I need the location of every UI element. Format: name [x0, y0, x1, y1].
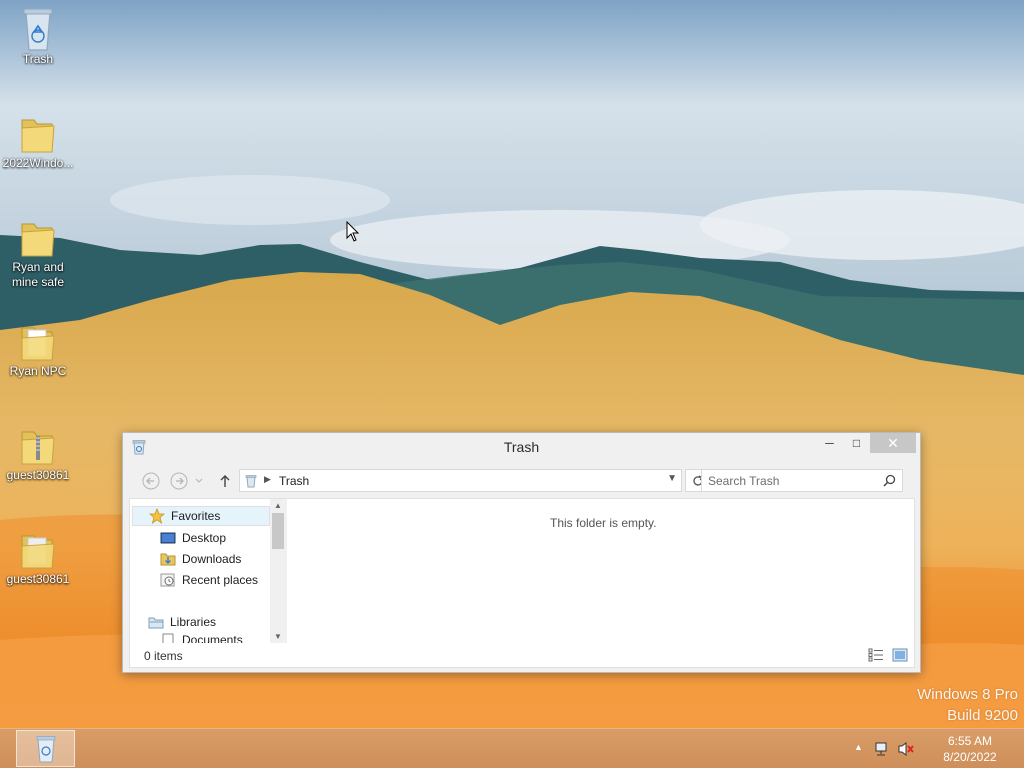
- clock[interactable]: 6:55 AM 8/20/2022: [935, 733, 1005, 765]
- nav-item-downloads[interactable]: Downloads: [160, 549, 241, 569]
- nav-item-label: Recent places: [182, 573, 259, 587]
- desktop-icon-label: Ryan and mine safe: [11, 260, 65, 289]
- taskbar: ▲ 6:55 AM 8/20/2022: [0, 728, 1024, 768]
- scroll-up-icon[interactable]: ▲: [274, 501, 282, 510]
- nav-item-label: Downloads: [182, 552, 242, 566]
- folder-icon: [21, 535, 55, 569]
- desktop-icon-label: 2022Windo...: [2, 156, 74, 170]
- status-bar: 0 items: [130, 644, 914, 668]
- scroll-down-icon[interactable]: ▼: [274, 632, 282, 641]
- nav-item-desktop[interactable]: Desktop: [160, 528, 226, 548]
- large-icons-view-icon[interactable]: [892, 648, 908, 662]
- forward-arrow-icon: [170, 472, 188, 490]
- desktop-icon-folder-2022windo[interactable]: 2022Windo...: [0, 110, 76, 171]
- close-button[interactable]: ✕: [870, 433, 916, 453]
- minimize-button[interactable]: ─: [816, 433, 843, 453]
- details-view-icon[interactable]: [868, 648, 884, 662]
- folder-icon: [21, 327, 55, 361]
- empty-folder-message: This folder is empty.: [550, 516, 657, 530]
- recycle-bin-icon: [36, 735, 55, 762]
- nav-item-label: Favorites: [171, 509, 221, 523]
- chevron-down-icon: [195, 478, 203, 483]
- address-bar[interactable]: ▶ Trash ▼: [239, 469, 682, 492]
- navigation-pane[interactable]: Favorites Desktop Downloads Recent place…: [130, 499, 288, 643]
- desktop-icon-label: Trash: [22, 52, 54, 66]
- libraries-icon: [148, 617, 164, 629]
- documents-icon: [162, 633, 174, 643]
- up-button[interactable]: [215, 471, 235, 491]
- nav-item-documents[interactable]: Documents: [160, 633, 243, 643]
- desktop-icon-label: guest30861: [6, 468, 70, 482]
- taskbar-button-trash[interactable]: [16, 730, 75, 767]
- folder-icon: [21, 119, 55, 153]
- back-button[interactable]: [141, 471, 161, 491]
- desktop: Trash 2022Windo... Ryan and mine safe Ry…: [0, 0, 1024, 728]
- nav-item-favorites[interactable]: Favorites: [132, 506, 270, 526]
- desktop-icon-folder-ryan-and-mine-safe[interactable]: Ryan and mine safe: [0, 214, 76, 290]
- nav-item-label: Documents: [182, 633, 243, 643]
- title-bar[interactable]: Trash ─ □ ✕: [123, 433, 920, 461]
- search-icon[interactable]: [883, 474, 896, 487]
- desktop-icon-trash[interactable]: Trash: [0, 6, 76, 67]
- nav-item-label: Libraries: [170, 615, 217, 629]
- clock-date: 8/20/2022: [943, 750, 997, 764]
- desktop-icon-label: guest30861: [6, 572, 70, 586]
- breadcrumb-separator-icon[interactable]: ▶: [264, 474, 271, 485]
- windows-watermark: Windows 8 Pro Build 9200: [917, 684, 1018, 726]
- desktop-icon-folder-ryan-npc[interactable]: Ryan NPC: [0, 318, 76, 379]
- explorer-window[interactable]: Trash ─ □ ✕ ▶ Trash ▼ Search Trash Favor…: [122, 432, 921, 673]
- downloads-folder-icon: [160, 553, 176, 566]
- nav-item-libraries[interactable]: Libraries: [148, 612, 216, 632]
- star-icon: [149, 508, 165, 524]
- back-arrow-icon: [142, 472, 160, 490]
- recent-places-icon: [160, 573, 175, 587]
- watermark-edition: Windows 8 Pro: [917, 686, 1018, 703]
- nav-item-recent-places[interactable]: Recent places: [160, 570, 258, 590]
- navigation-bar: ▶ Trash ▼: [129, 463, 915, 497]
- window-title: Trash: [503, 439, 540, 455]
- mouse-cursor-icon: [346, 221, 360, 242]
- address-history-dropdown-icon[interactable]: ▼: [667, 473, 677, 484]
- breadcrumb-trash[interactable]: Trash: [279, 474, 309, 488]
- recycle-bin-icon: [245, 475, 257, 488]
- desktop-icon-label: Ryan NPC: [9, 364, 67, 378]
- desktop-icon-folder-guest30861[interactable]: guest30861: [0, 526, 76, 587]
- up-arrow-icon: [220, 475, 230, 487]
- item-count: 0 items: [144, 649, 183, 663]
- nav-item-label: Desktop: [182, 531, 227, 545]
- desktop-icon: [160, 532, 176, 544]
- search-box[interactable]: [701, 469, 903, 492]
- watermark-build: Build 9200: [947, 707, 1018, 724]
- forward-button[interactable]: [169, 471, 189, 491]
- maximize-button[interactable]: □: [843, 433, 870, 453]
- search-input[interactable]: [708, 473, 876, 489]
- clock-time: 6:55 AM: [947, 734, 993, 748]
- desktop-icon-zip-guest30861[interactable]: guest30861: [0, 422, 76, 483]
- recent-locations-button[interactable]: [193, 471, 205, 491]
- content-frame: Favorites Desktop Downloads Recent place…: [129, 498, 915, 668]
- volume-muted-icon[interactable]: [898, 741, 916, 757]
- scrollbar-thumb[interactable]: [272, 513, 284, 549]
- recycle-bin-icon: [23, 8, 53, 51]
- show-hidden-icons-icon[interactable]: ▲: [854, 742, 863, 752]
- network-icon[interactable]: [874, 741, 890, 757]
- folder-icon: [21, 223, 55, 257]
- system-tray: ▲ 6:55 AM 8/20/2022: [854, 729, 1014, 768]
- nav-pane-scrollbar[interactable]: ▲ ▼: [270, 499, 287, 643]
- zip-folder-icon: [21, 431, 55, 465]
